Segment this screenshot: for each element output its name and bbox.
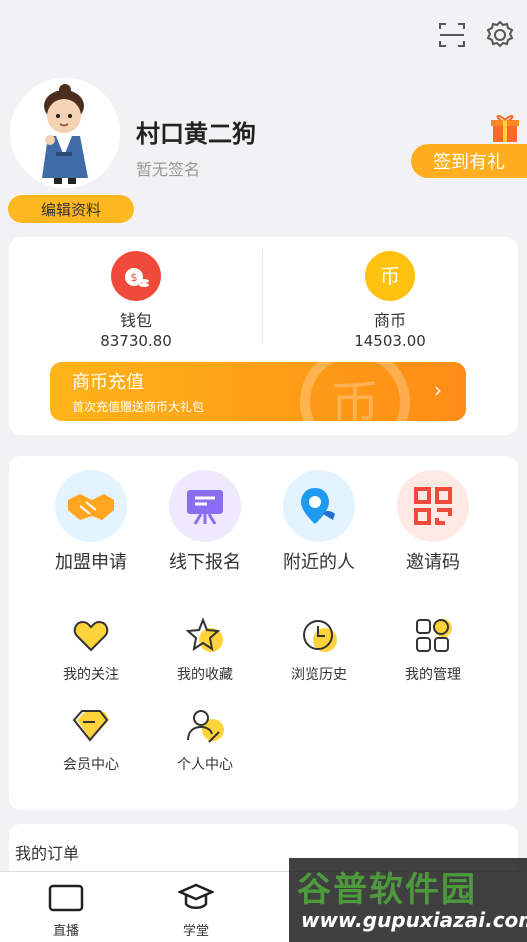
user-icon (187, 710, 224, 743)
menu-label: 浏览历史 (291, 667, 347, 683)
coin-item[interactable]: 币 商币 14503.00 (263, 251, 517, 350)
qr-code-icon (397, 470, 469, 542)
menu-item-history[interactable]: 浏览历史 (262, 616, 376, 684)
wallet-value: 83730.80 (100, 332, 172, 350)
checkin-button[interactable]: 签到有礼 (411, 144, 527, 178)
top-bar (435, 18, 517, 52)
avatar[interactable] (10, 78, 120, 188)
signature: 暂无签名 (136, 160, 201, 179)
menu-label: 附近的人 (283, 552, 355, 573)
coin-decoration-icon: 币 (300, 362, 410, 421)
watermark: 谷普软件园 www.gupuxiazai.com (289, 858, 527, 942)
wallet-item[interactable]: $ 钱包 83730.80 (9, 251, 263, 350)
menu-item-membership[interactable]: 会员中心 (34, 706, 148, 774)
recharge-subtitle: 首次充值赠送商币大礼包 (72, 400, 205, 414)
svg-text:币: 币 (330, 376, 380, 421)
graduation-cap-icon (176, 883, 216, 909)
watermark-title: 谷普软件园 (297, 870, 477, 910)
diamond-icon (72, 710, 109, 742)
coin-icon: 币 (365, 251, 415, 301)
menu-item-management[interactable]: 我的管理 (376, 616, 490, 684)
menu-label: 我的管理 (405, 667, 461, 683)
chevron-right-icon: › (434, 378, 442, 402)
profile-section: 编辑资料 村口黄二狗 暂无签名 签到有礼 (8, 78, 527, 228)
video-icon (48, 884, 84, 912)
coin-value: 14503.00 (354, 332, 426, 350)
wallet-card: $ 钱包 83730.80 币 商币 14503.00 币 商币充值 首次充值赠… (9, 237, 518, 435)
menu-label: 会员中心 (63, 757, 119, 773)
menu-item-franchise[interactable]: 加盟申请 (34, 470, 148, 574)
menu-label: 加盟申请 (55, 552, 127, 573)
tab-live[interactable]: 直播 (0, 882, 132, 939)
gift-icon[interactable] (491, 112, 519, 144)
coin-label: 商币 (373, 311, 406, 330)
tab-label: 学堂 (182, 924, 209, 939)
menu-item-following[interactable]: 我的关注 (34, 616, 148, 684)
wallet-label: 钱包 (119, 311, 152, 330)
tab-academy[interactable]: 学堂 (130, 882, 262, 939)
menu-item-offline-signup[interactable]: 线下报名 (148, 470, 262, 574)
location-person-icon (283, 470, 355, 542)
menu-label: 个人中心 (177, 757, 233, 773)
menu-label: 我的收藏 (177, 667, 233, 683)
menu-item-invite-code[interactable]: 邀请码 (376, 470, 490, 574)
menu-item-personal-center[interactable]: 个人中心 (148, 706, 262, 774)
grid-icon (416, 619, 452, 652)
menu-card: 加盟申请 线下报名 附近的人 邀请码 我的关注 我的收藏 浏览历史 我的管理 会… (9, 456, 518, 810)
menu-label: 邀请码 (406, 552, 460, 573)
edit-profile-button[interactable]: 编辑资料 (8, 195, 134, 223)
gear-icon[interactable] (483, 18, 517, 52)
heart-icon (73, 620, 109, 652)
menu-item-nearby[interactable]: 附近的人 (262, 470, 376, 574)
username: 村口黄二狗 (136, 120, 256, 148)
menu-item-favorites[interactable]: 我的收藏 (148, 616, 262, 684)
clock-icon (303, 620, 337, 652)
watermark-url: www.gupuxiazai.com (301, 908, 527, 932)
recharge-banner[interactable]: 币 商币充值 首次充值赠送商币大礼包 › (50, 362, 466, 421)
easel-icon (169, 470, 241, 542)
recharge-title: 商币充值 (72, 372, 144, 393)
orders-title: 我的订单 (15, 844, 80, 863)
menu-label: 我的关注 (63, 667, 119, 683)
tab-label: 直播 (52, 924, 79, 939)
handshake-icon (55, 470, 127, 542)
money-bag-icon: $ (111, 251, 161, 301)
star-icon (185, 617, 223, 652)
svg-text:$: $ (131, 271, 138, 284)
scan-icon[interactable] (435, 18, 469, 52)
menu-label: 线下报名 (169, 552, 241, 573)
svg-text:币: 币 (380, 264, 400, 288)
